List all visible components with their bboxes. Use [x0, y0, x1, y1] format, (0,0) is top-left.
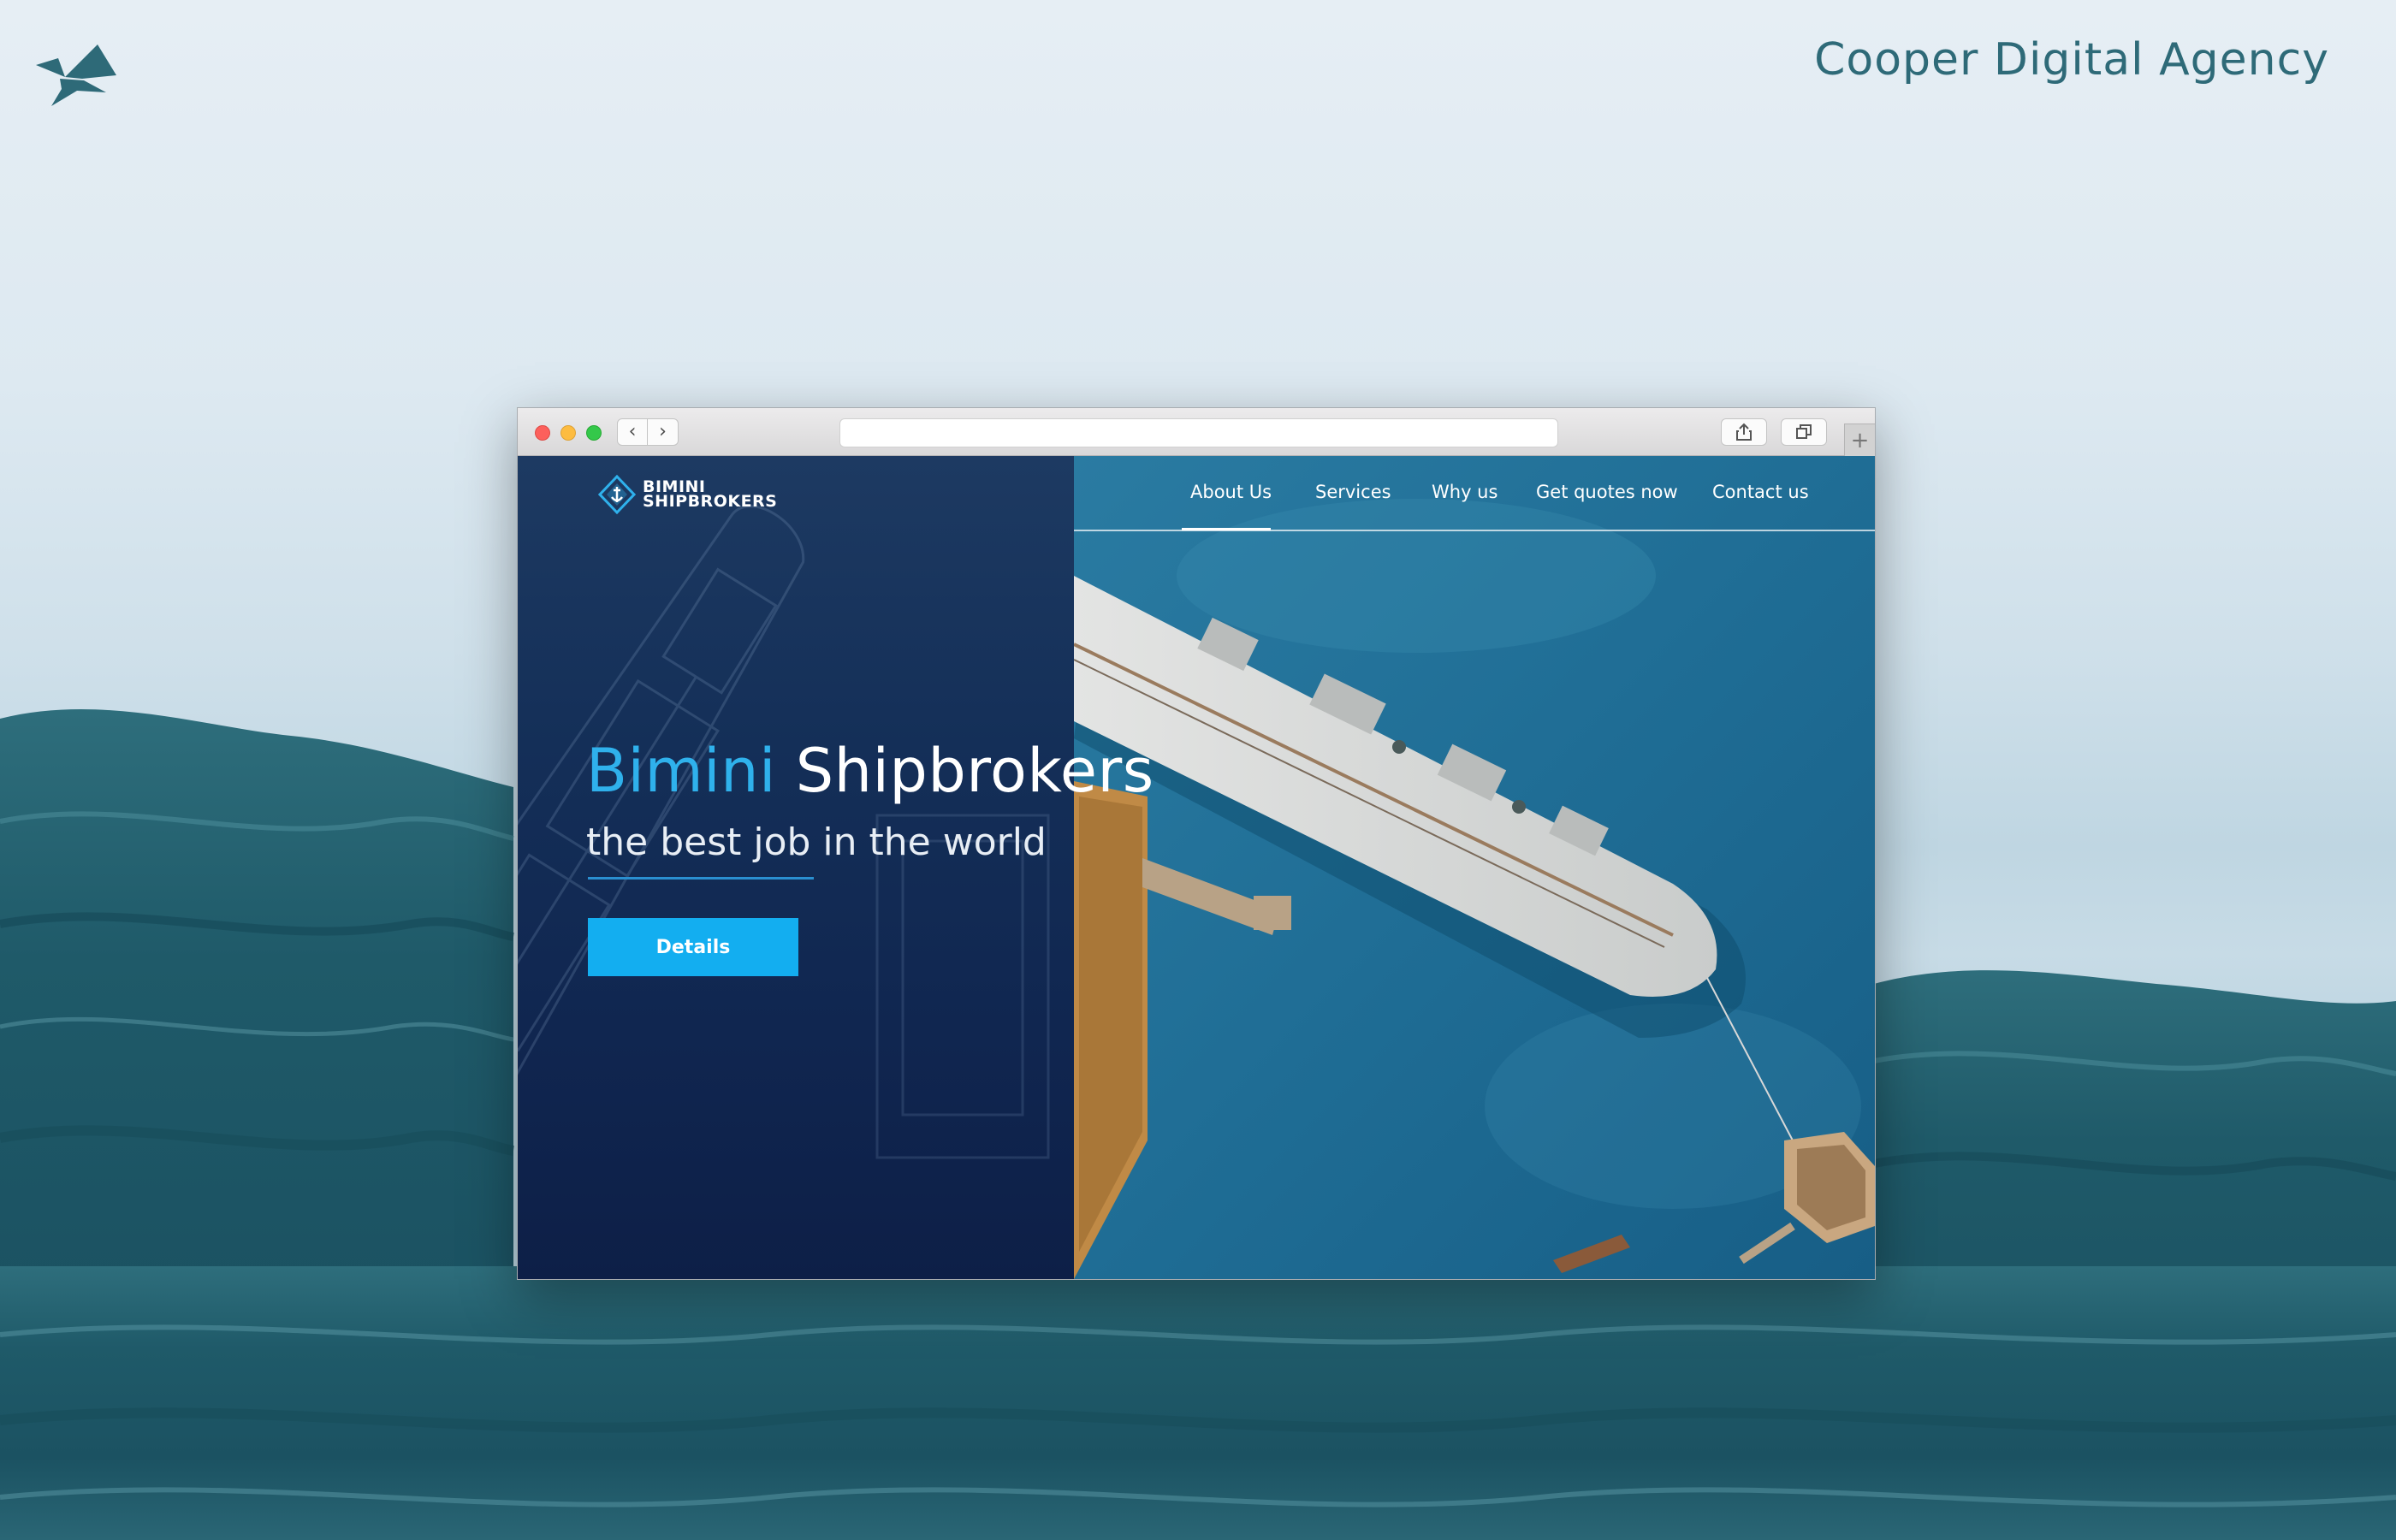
nav-item-why-us[interactable]: Why us	[1432, 482, 1498, 502]
website-page: BIMINI SHIPBROKERS About Us Services Why…	[518, 456, 1875, 1279]
plus-icon: +	[1850, 427, 1870, 453]
browser-window: ‹ › + BIMINI SHIPBROKERS About Us Servic…	[517, 407, 1876, 1280]
hero-ship-image	[1074, 456, 1875, 1279]
address-bar[interactable]	[839, 418, 1558, 447]
site-header: BIMINI SHIPBROKERS About Us Services Why…	[518, 456, 1875, 531]
ghost-ship-overlay	[518, 505, 1050, 1177]
details-button[interactable]: Details	[588, 918, 798, 976]
show-tabs-button[interactable]	[1781, 418, 1827, 446]
site-logo[interactable]: BIMINI SHIPBROKERS	[598, 475, 777, 514]
hero-title-accent: Bimini	[586, 736, 776, 806]
minimize-window-button[interactable]	[560, 425, 576, 441]
nav-item-services[interactable]: Services	[1315, 482, 1391, 502]
hero-left-panel	[518, 456, 1074, 1279]
hero-underline	[588, 877, 814, 880]
hero-title-rest: Shipbrokers	[795, 736, 1154, 806]
nav-divider	[1074, 530, 1875, 531]
chevron-left-icon: ‹	[628, 421, 637, 442]
hero-subtitle: the best job in the world	[586, 820, 1047, 864]
hero-title: Bimini Shipbrokers	[586, 735, 1154, 807]
tabs-overview-icon	[1796, 424, 1812, 439]
nav-item-get-quotes-now[interactable]: Get quotes now	[1536, 482, 1678, 502]
diamond-anchor-icon	[598, 475, 636, 514]
nav-item-contact-us[interactable]: Contact us	[1712, 482, 1809, 502]
chevron-right-icon: ›	[659, 421, 667, 442]
site-logo-line2: SHIPBROKERS	[643, 492, 778, 511]
browser-toolbar: ‹ › +	[518, 408, 1875, 456]
share-button[interactable]	[1721, 418, 1767, 446]
forward-button[interactable]: ›	[648, 418, 679, 446]
agency-name: Cooper Digital Agency	[1814, 34, 2329, 86]
zoom-window-button[interactable]	[586, 425, 602, 441]
close-window-button[interactable]	[535, 425, 550, 441]
nav-item-about-us[interactable]: About Us	[1190, 482, 1272, 502]
aerial-tanker-photo	[1074, 456, 1875, 1279]
back-button[interactable]: ‹	[617, 418, 648, 446]
share-icon	[1736, 423, 1752, 441]
new-tab-button[interactable]: +	[1844, 424, 1875, 456]
bird-icon	[36, 44, 116, 106]
